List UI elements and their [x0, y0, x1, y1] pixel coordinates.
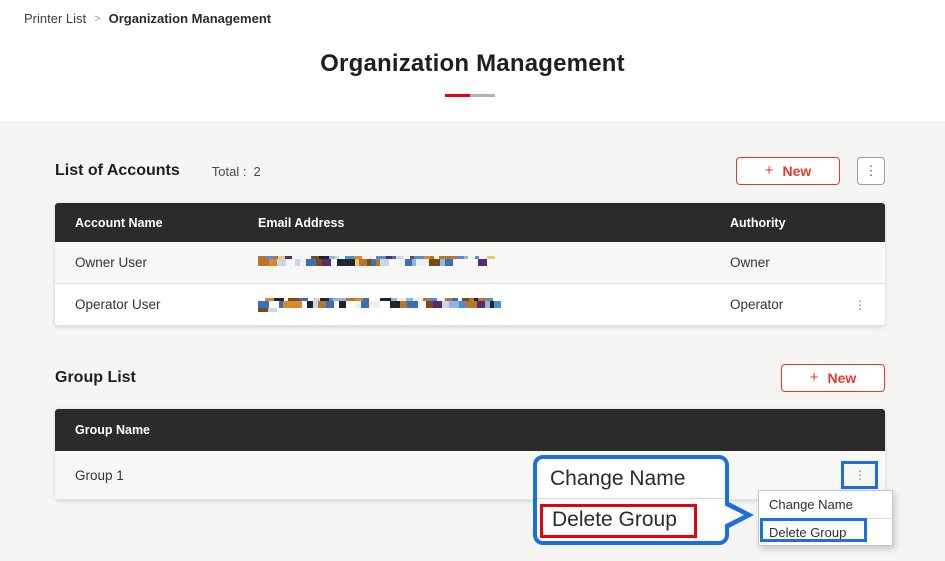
group-name: Group 1 [75, 467, 124, 483]
authority-value: Owner [730, 255, 770, 270]
menu-item-change-name[interactable]: Change Name [759, 491, 892, 518]
organization-management-page: Printer List > Organization Management O… [0, 0, 945, 561]
new-group-button-label: New [827, 370, 857, 386]
callout-delete-group: Delete Group [540, 504, 697, 538]
groups-table: Group Name Group 1 ⋮ [55, 409, 885, 500]
menu-item-delete-group[interactable]: Delete Group [759, 518, 892, 545]
group-row-kebab-menu-icon[interactable]: ⋮ [854, 469, 866, 481]
total-label: Total : [211, 163, 247, 179]
redacted-email [258, 255, 496, 270]
page-title: Organization Management [320, 50, 625, 77]
breadcrumb-current: Organization Management [108, 11, 272, 26]
new-group-button[interactable]: + New [781, 364, 885, 392]
accounts-total: Total : 2 [212, 164, 261, 179]
breadcrumb-printer-list[interactable]: Printer List [24, 11, 86, 26]
new-account-button-label: New [782, 163, 812, 179]
underline-red-segment [445, 94, 470, 97]
accounts-table-header: Account Name Email Address Authority [55, 203, 885, 242]
callout-change-name: Change Name [550, 467, 686, 490]
underline-gray-segment [470, 94, 495, 97]
column-header-group-name: Group Name [75, 423, 151, 437]
redacted-email [258, 297, 503, 312]
new-account-button[interactable]: + New [736, 157, 840, 185]
column-header-account-name: Account Name [75, 215, 163, 230]
column-header-email-address: Email Address [258, 215, 345, 230]
groups-section-header: Group List + New [55, 363, 885, 393]
groups-heading: Group List [55, 369, 136, 386]
kebab-menu-icon: ⋮ [864, 163, 878, 178]
groups-table-header: Group Name [55, 409, 885, 451]
total-value: 2 [253, 163, 261, 179]
account-name: Owner User [75, 255, 148, 270]
account-name: Operator User [75, 297, 161, 312]
plus-icon: + [809, 369, 819, 386]
accounts-table: Account Name Email Address Authority Own… [55, 203, 885, 326]
annotation-callout-bubble: Change Name Delete Group [533, 455, 754, 545]
table-row-operator: Operator User Operator ⋮ [55, 284, 885, 326]
title-underline [445, 94, 495, 97]
page-header: Printer List > Organization Management O… [0, 0, 945, 123]
plus-icon: + [764, 162, 774, 179]
group-context-menu: Change Name Delete Group [758, 490, 893, 546]
breadcrumb-separator-icon: > [94, 12, 101, 25]
column-header-authority: Authority [730, 215, 786, 230]
breadcrumb: Printer List > Organization Management [24, 11, 271, 26]
callout-divider [537, 498, 725, 499]
operator-row-kebab-menu-icon[interactable]: ⋮ [854, 299, 866, 311]
accounts-kebab-menu-button[interactable]: ⋮ [857, 157, 885, 185]
accounts-section-header: List of Accounts Total : 2 + New ⋮ [55, 156, 885, 186]
table-row-owner: Owner User Owner [55, 242, 885, 284]
accounts-heading: List of Accounts [55, 162, 180, 179]
